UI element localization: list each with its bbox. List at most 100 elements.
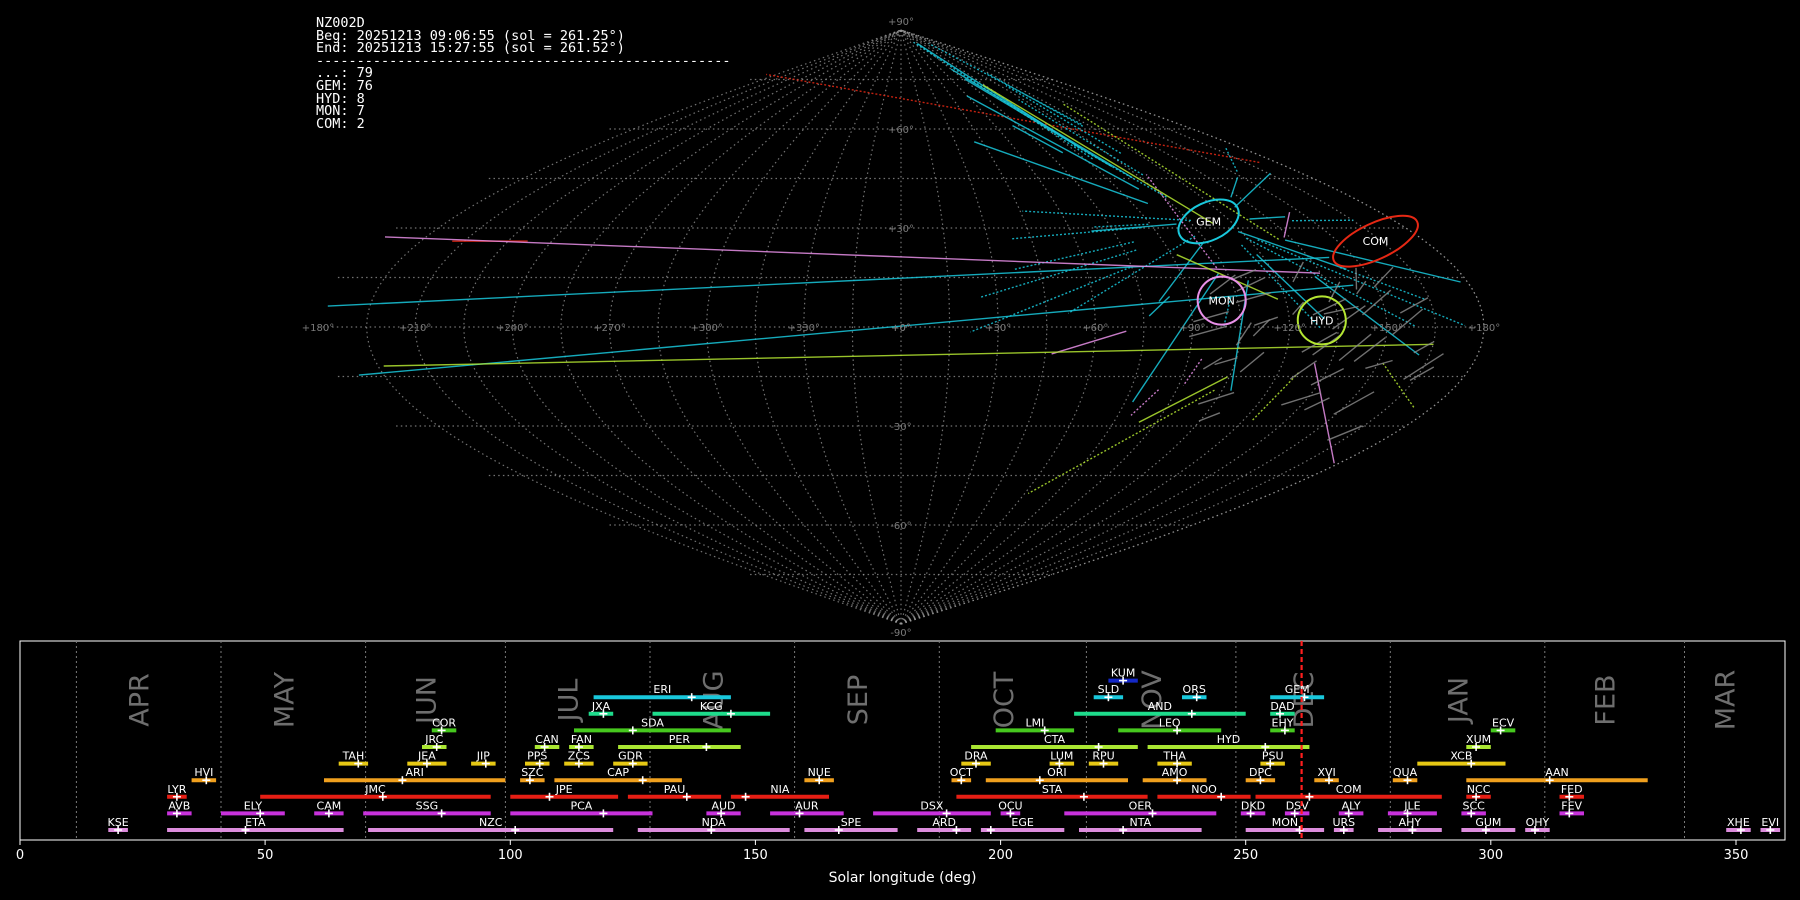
meteor-track-sporadic bbox=[1338, 333, 1372, 362]
shower-pps: PPS bbox=[525, 750, 550, 768]
shower-label: AAN bbox=[1545, 766, 1569, 779]
month-bands: APRMAYJUNJULAUGSEPOCTNOVDECJANFEBMAR bbox=[19, 640, 1786, 841]
meteor-track-sporadic bbox=[1403, 353, 1444, 380]
shower-label: DPC bbox=[1249, 766, 1272, 779]
shower-ors: ORS bbox=[1182, 683, 1207, 702]
meteor-track-gem bbox=[1132, 273, 1219, 403]
shower-label: DKD bbox=[1241, 799, 1265, 812]
shower-label: NOO bbox=[1191, 783, 1217, 796]
meteor-track-sporadic bbox=[1413, 341, 1434, 354]
shower-label: SDA bbox=[641, 716, 664, 729]
shower-label: OCU bbox=[998, 799, 1022, 812]
shower-kse: KSE bbox=[108, 816, 129, 834]
shower-label: NCC bbox=[1467, 783, 1491, 796]
shower-label: AHY bbox=[1399, 816, 1422, 829]
meteor-track-gem bbox=[1291, 219, 1354, 222]
shower-label: GUM bbox=[1475, 816, 1501, 829]
meteor-track-sporadic bbox=[1289, 360, 1317, 380]
x-tick-label: 100 bbox=[498, 848, 523, 863]
shower-label: AND bbox=[1148, 700, 1172, 713]
shower-label: COR bbox=[432, 716, 456, 729]
shower-label: SPE bbox=[841, 816, 862, 829]
shower-label: LEO bbox=[1159, 716, 1181, 729]
lon-tick-label: +270° bbox=[593, 323, 625, 334]
x-axis-label: Solar longitude (deg) bbox=[829, 870, 977, 886]
meteor-track-hyd bbox=[383, 343, 1434, 367]
shower-tah: TAH bbox=[338, 750, 369, 768]
shower-fev: FEV bbox=[1559, 799, 1584, 818]
shower-fan: FAN bbox=[569, 733, 594, 751]
shower-label: NZC bbox=[479, 816, 503, 829]
meteor-track-gem bbox=[1012, 124, 1064, 154]
shower-label: SLD bbox=[1098, 683, 1120, 696]
shower-label: PSU bbox=[1262, 750, 1284, 763]
shower-label: COM bbox=[1336, 783, 1362, 796]
x-tick-label: 0 bbox=[16, 848, 24, 863]
shower-label: JEA bbox=[417, 750, 436, 763]
shower-label: ZCS bbox=[568, 750, 590, 763]
meteor-track-gem bbox=[1240, 244, 1321, 329]
shower-label: AMO bbox=[1162, 766, 1188, 779]
radiant-label-com: COM bbox=[1363, 235, 1389, 248]
shower-label: JXA bbox=[591, 700, 611, 713]
shower-gdr: GDR bbox=[613, 750, 648, 768]
shower-cor: COR bbox=[431, 716, 456, 735]
meteor-track-sporadic bbox=[1409, 366, 1435, 382]
shower-ehy: EHY bbox=[1270, 716, 1295, 735]
shower-label: ORI bbox=[1047, 766, 1067, 779]
sky-map: COM GEM MON HYD +90° +60° +30° +0° -30° -60° -90°… bbox=[302, 17, 1500, 639]
shower-label: LMI bbox=[1025, 716, 1044, 729]
meteor-track-gem bbox=[1224, 147, 1238, 172]
month-label-mar: MAR bbox=[1711, 670, 1742, 731]
shower-label: CTA bbox=[1044, 733, 1066, 746]
meteor-track-sporadic bbox=[1252, 319, 1271, 337]
shower-xum: XUM bbox=[1466, 733, 1491, 751]
radiant-com: COM bbox=[1332, 214, 1419, 268]
meteor-track-gem bbox=[327, 256, 1330, 307]
x-tick-label: 350 bbox=[1724, 848, 1749, 863]
meteor-track-gem bbox=[1230, 177, 1239, 198]
shower-label: NIA bbox=[770, 783, 789, 796]
shower-label: OER bbox=[1129, 799, 1153, 812]
shower-label: XCB bbox=[1450, 750, 1472, 763]
meteor-track-sporadic bbox=[1362, 289, 1392, 316]
shower-label: ARD bbox=[932, 816, 956, 829]
shower-label: AVB bbox=[168, 799, 190, 812]
meteor-track-gem bbox=[950, 68, 1133, 179]
meteor-track-hyd bbox=[1251, 372, 1300, 421]
shower-label: ARI bbox=[405, 766, 423, 779]
shower-label: SCC bbox=[1463, 799, 1486, 812]
shower-dra: DRA bbox=[961, 750, 991, 768]
x-tick-label: 250 bbox=[1233, 848, 1258, 863]
meteor-track-sporadic bbox=[1365, 359, 1393, 369]
shower-label: KSE bbox=[108, 816, 129, 829]
shower-aly: ALY bbox=[1338, 799, 1364, 818]
meteor-track-gem bbox=[964, 78, 1113, 168]
shower-jrc: JRC bbox=[422, 733, 447, 751]
shower-dpc: DPC bbox=[1245, 766, 1276, 785]
shower-lyr: LYR bbox=[167, 783, 187, 801]
meteor-track-sporadic bbox=[1304, 397, 1330, 411]
shower-label: QUA bbox=[1393, 766, 1418, 779]
meteor-track-sporadic bbox=[1239, 351, 1265, 373]
meteor-track-sporadic bbox=[1399, 297, 1429, 314]
meteor-track-sporadic bbox=[1327, 425, 1363, 441]
shower-oct: OCT bbox=[950, 766, 973, 785]
meteor-track-sporadic bbox=[1355, 267, 1358, 290]
shower-label: FEV bbox=[1561, 799, 1582, 812]
lon-tick-label: +0° bbox=[891, 323, 911, 334]
meteor-track-sporadic bbox=[1236, 277, 1265, 292]
shower-psu: PSU bbox=[1260, 750, 1285, 768]
x-tick-label: 50 bbox=[257, 848, 274, 863]
lon-tick-label: +60° bbox=[1082, 323, 1108, 334]
shower-label: CAP bbox=[607, 766, 629, 779]
month-label-jan: JAN bbox=[1444, 677, 1475, 725]
shower-dad: DAD bbox=[1270, 700, 1295, 718]
shower-label: LYR bbox=[167, 783, 186, 796]
shower-label: GDR bbox=[618, 750, 643, 763]
shower-can: CAN bbox=[534, 733, 560, 751]
shower-label: ECV bbox=[1492, 716, 1515, 729]
shower-rpu: RPU bbox=[1088, 750, 1119, 768]
month-label-apr: APR bbox=[125, 673, 156, 727]
shower-cam: CAM bbox=[314, 799, 344, 818]
